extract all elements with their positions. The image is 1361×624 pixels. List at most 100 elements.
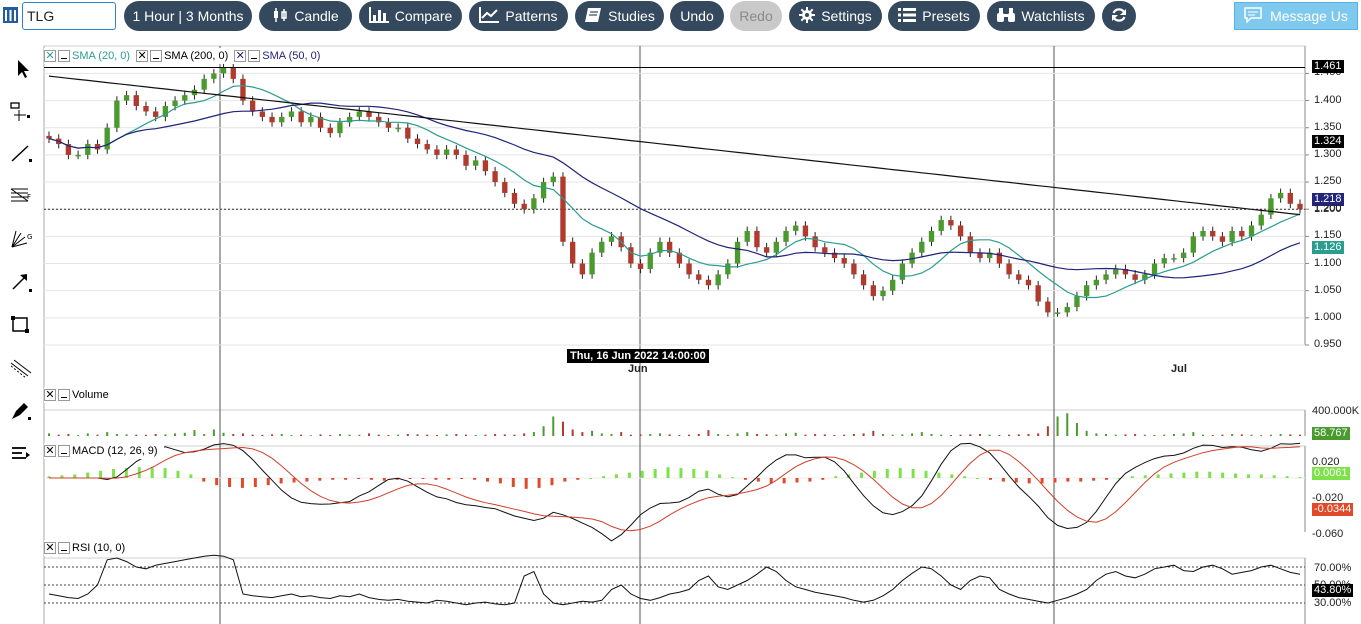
cursor-tool-icon[interactable] (8, 56, 34, 80)
remove-sma20-button[interactable]: ✕ (44, 50, 56, 62)
fibonacci-tool-icon[interactable]: F (8, 184, 34, 208)
macd-histogram-bar (240, 478, 244, 488)
candle-body (647, 252, 653, 269)
volume-bar (1163, 434, 1166, 436)
study-list-tool-icon[interactable] (8, 442, 34, 466)
volume-bar (843, 434, 846, 436)
volume-bar (77, 435, 80, 436)
macd-histogram-bar (124, 468, 128, 478)
gann-fan-tool-icon[interactable]: G (8, 227, 34, 251)
candle-body (608, 236, 615, 242)
candle-button[interactable]: Candle (259, 1, 352, 31)
candle-body (589, 252, 595, 275)
collapse-volume-button[interactable] (58, 389, 70, 401)
remove-sma50-button[interactable]: ✕ (234, 50, 247, 62)
studies-button[interactable]: Studies (575, 1, 664, 31)
symbol-input[interactable] (22, 2, 116, 30)
macd-signal-tag: -0.0344 (1312, 503, 1354, 516)
volume-bar (1289, 434, 1292, 436)
presets-button[interactable]: Presets (888, 1, 980, 31)
volume-bar (930, 434, 933, 436)
channel-tool-icon[interactable] (8, 356, 34, 380)
macd-histogram-bar (357, 478, 361, 479)
candle-body (919, 241, 925, 253)
macd-histogram-bar (111, 469, 115, 478)
collapse-sma50-button[interactable] (248, 50, 261, 62)
arrow-tool-icon[interactable] (8, 270, 34, 294)
volume-bar (823, 434, 826, 436)
annotation-tool-icon[interactable] (8, 399, 34, 423)
candle-body (1113, 268, 1119, 275)
chart-area[interactable] (0, 0, 1361, 624)
settings-button[interactable]: Settings (789, 1, 882, 31)
macd-histogram-bar (1234, 473, 1238, 478)
macd-line (49, 442, 1301, 542)
candle-body (686, 263, 692, 275)
crosshair-tool-icon[interactable] (8, 99, 34, 123)
macd-histogram-bar (1014, 478, 1018, 483)
volume-bar (1105, 434, 1108, 436)
volume-bar (1075, 423, 1078, 436)
volume-bar (338, 434, 341, 436)
volume-bar (154, 434, 157, 436)
candle-body (977, 252, 983, 259)
candle-body (928, 230, 935, 242)
volume-bar (1269, 434, 1272, 436)
volume-bar (591, 430, 594, 436)
volume-bar (1134, 434, 1137, 436)
macd-histogram-bar (860, 472, 864, 478)
candle-body (1287, 192, 1293, 204)
volume-bar (397, 434, 400, 436)
volume-bar (348, 434, 351, 436)
remove-macd-button[interactable]: ✕ (44, 445, 56, 457)
macd-histogram-bar (872, 470, 876, 478)
candle-body (453, 149, 459, 155)
volume-bar (164, 434, 167, 436)
collapse-rsi-button[interactable] (58, 542, 70, 554)
macd-histogram-bar (176, 470, 180, 478)
candle-body (1132, 274, 1138, 280)
remove-rsi-button[interactable]: ✕ (44, 542, 56, 554)
candle-body (1180, 252, 1187, 259)
volume-bar (1037, 433, 1040, 436)
volume-bar (736, 433, 739, 436)
candle-body (191, 89, 198, 96)
redo-button[interactable]: Redo (730, 1, 782, 31)
remove-volume-button[interactable]: ✕ (44, 389, 56, 401)
macd-histogram-bar (1221, 472, 1225, 478)
macd-signal-line (49, 446, 1301, 532)
chart-app-icon[interactable] (3, 7, 18, 23)
watchlists-button[interactable]: Watchlists (987, 1, 1095, 31)
candle-body (899, 263, 906, 280)
macd-histogram-bar (1079, 478, 1083, 482)
candle-body (94, 144, 101, 150)
collapse-macd-button[interactable] (58, 445, 70, 457)
macd-histogram-bar (86, 472, 90, 478)
trendline-tool-icon[interactable] (8, 141, 34, 165)
volume-bar (271, 434, 274, 436)
macd-histogram-bar (318, 478, 322, 481)
price-tick-label: 1.250 (1314, 175, 1342, 188)
collapse-sma20-button[interactable] (58, 50, 70, 62)
macd-histogram-bar (447, 478, 451, 480)
volume-bar (1008, 434, 1011, 436)
message-us-button[interactable]: Message Us (1234, 2, 1358, 30)
svg-text:F: F (27, 193, 31, 201)
rectangle-tool-icon[interactable] (8, 313, 34, 337)
candle-body (511, 192, 518, 204)
rsi-line (48, 554, 1301, 606)
interval-label: 1 Hour | 3 Months (132, 8, 244, 24)
macd-histogram-bar (1208, 471, 1212, 478)
compare-button[interactable]: Compare (359, 1, 462, 31)
volume-tag: 58.767 (1312, 427, 1350, 440)
undo-button[interactable]: Undo (670, 1, 724, 31)
patterns-button[interactable]: Patterns (469, 1, 568, 31)
volume-bar (174, 433, 177, 436)
interval-button[interactable]: 1 Hour | 3 Months (124, 1, 252, 31)
sma20-price-tag: 1.126 (1312, 241, 1344, 254)
collapse-sma200-button[interactable] (150, 50, 163, 62)
message-us-label: Message Us (1270, 8, 1348, 24)
refresh-button[interactable] (1102, 1, 1136, 31)
remove-sma200-button[interactable]: ✕ (136, 50, 149, 62)
sma50-label: SMA (50, 0) (262, 50, 321, 62)
